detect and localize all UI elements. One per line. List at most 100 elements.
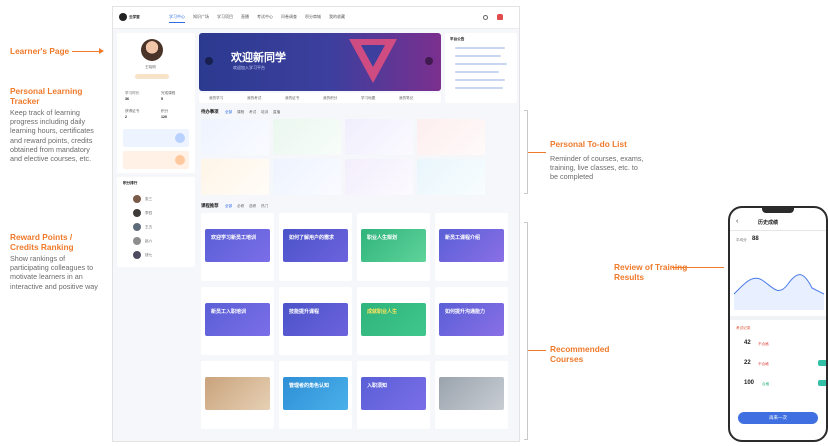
ranking-title: 积分排行 — [123, 181, 138, 185]
course-card[interactable]: 如何提升沟通能力 — [435, 287, 508, 355]
todo-card[interactable] — [417, 159, 485, 195]
todo-card[interactable] — [273, 119, 341, 155]
result-tag: 不合格 — [758, 362, 769, 366]
connector-line — [528, 350, 546, 351]
quick-link[interactable]: 我的考试 — [247, 96, 261, 101]
course-card[interactable]: 新员工课程介绍 — [435, 213, 508, 281]
course-card[interactable]: 成就职业人生 — [357, 287, 430, 355]
result-score: 100 — [744, 380, 755, 386]
annotation-ranking-title: Reward Points / Credits Ranking — [10, 232, 74, 252]
course-thumbnail: 管理者的角色认知 — [283, 377, 348, 410]
phone-notch — [762, 208, 794, 213]
announcement-item[interactable] — [455, 87, 503, 89]
todo-card[interactable] — [273, 159, 341, 195]
todo-tab[interactable]: 课程 — [237, 110, 244, 115]
phone-score-label: 平均分 — [736, 238, 747, 242]
course-thumbnail: 职业人生规划 — [361, 229, 426, 262]
announcement-item[interactable] — [455, 79, 505, 81]
banner-prev-button[interactable] — [205, 57, 213, 65]
quick-link[interactable]: 我的笔记 — [399, 96, 413, 101]
rec-tab[interactable]: 全部 — [225, 204, 232, 209]
phone-list-title: 考试记录 — [736, 326, 751, 330]
quick-link[interactable]: 学习地图 — [361, 96, 375, 101]
annotation-ranking-text: Show rankings of participating colleague… — [10, 254, 98, 291]
retry-button[interactable]: 再来一次 — [738, 412, 818, 424]
banner-subtitle: 欢迎加入学习平台 — [233, 65, 265, 70]
tracker-label: 完成课程 — [161, 91, 176, 95]
credit-icon — [175, 133, 185, 143]
course-thumbnail: 入职须知 — [361, 377, 426, 410]
nav-item-projects[interactable]: 学习项目 — [217, 14, 233, 20]
todo-card[interactable] — [345, 119, 413, 155]
nav-item-exams[interactable]: 考试中心 — [257, 14, 273, 20]
course-card[interactable] — [435, 361, 508, 429]
rank-avatar — [133, 251, 141, 259]
course-thumb-text: 管理者的角色认知 — [289, 383, 330, 389]
nav-item-live[interactable]: 直播 — [241, 14, 249, 20]
top-navigation-bar: 云学堂 学习中心 知识广场 学习项目 直播 考试中心 问卷调查 积分商城 我的收… — [113, 7, 519, 29]
annotation-tracker-title: Personal Learning Tracker — [10, 86, 83, 106]
course-card[interactable]: 新员工入职培训 — [201, 287, 274, 355]
todo-card[interactable] — [417, 119, 485, 155]
annotation-review-title: Review of Training Results — [614, 262, 688, 282]
todo-card[interactable] — [201, 159, 269, 195]
result-badge — [818, 360, 826, 366]
rank-avatar — [133, 223, 141, 231]
learner-page-screenshot: 云学堂 学习中心 知识广场 学习项目 直播 考试中心 问卷调查 积分商城 我的收… — [112, 6, 520, 442]
rec-tab[interactable]: 热门 — [261, 204, 268, 209]
connector-line — [528, 152, 546, 153]
quick-link[interactable]: 我的证书 — [285, 96, 299, 101]
course-thumbnail: 如何了解用户的需求 — [283, 229, 348, 262]
rec-tab[interactable]: 选修 — [249, 204, 256, 209]
todo-tab[interactable]: 培训 — [261, 110, 268, 115]
nav-item-knowledge[interactable]: 知识广场 — [193, 14, 209, 20]
rank-name: 钱七 — [145, 253, 153, 257]
todo-tab[interactable]: 考试 — [249, 110, 256, 115]
announcement-card: 平台公告 — [445, 33, 517, 103]
result-score: 42 — [744, 340, 751, 346]
todo-title: 待办事项 — [201, 109, 219, 114]
nav-item-learning-center[interactable]: 学习中心 — [169, 14, 185, 23]
course-card[interactable]: 如何了解用户的需求 — [279, 213, 352, 281]
nav-item-mall[interactable]: 积分商城 — [305, 14, 321, 20]
course-card[interactable]: 管理者的角色认知 — [279, 361, 352, 429]
course-card[interactable]: 职业人生规划 — [357, 213, 430, 281]
welcome-banner[interactable]: 欢迎新同学 欢迎加入学习平台 — [199, 33, 441, 91]
rank-name: 李四 — [145, 211, 153, 215]
quick-link[interactable]: 我的学习 — [209, 96, 223, 101]
rec-tab[interactable]: 必修 — [237, 204, 244, 209]
announcement-item[interactable] — [455, 47, 505, 49]
course-card[interactable] — [201, 361, 274, 429]
course-thumbnail — [205, 377, 270, 410]
banner-next-button[interactable] — [425, 57, 433, 65]
announcement-item[interactable] — [455, 55, 501, 57]
course-card[interactable]: 欢迎学习新员工培训 — [201, 213, 274, 281]
logo-text: 云学堂 — [129, 15, 140, 19]
score-trend-chart — [734, 274, 824, 310]
announcement-item[interactable] — [455, 71, 499, 73]
todo-tab[interactable]: 直播 — [273, 110, 280, 115]
todo-tab[interactable]: 全部 — [225, 110, 232, 115]
nav-item-favorites[interactable]: 我的收藏 — [329, 14, 345, 20]
tracker-label: 积分 — [161, 109, 169, 113]
todo-card[interactable] — [201, 119, 269, 155]
annotation-tracker-text: Keep track of learning progress includin… — [10, 108, 94, 164]
nav-item-survey[interactable]: 问卷调查 — [281, 14, 297, 20]
course-thumb-text: 如何提升沟通能力 — [445, 309, 486, 315]
todo-card[interactable] — [345, 159, 413, 195]
course-thumb-text: 如何了解用户的需求 — [289, 235, 335, 241]
course-thumb-text: 技能提升课程 — [289, 309, 320, 315]
notification-icon[interactable] — [497, 14, 503, 20]
logo-icon — [119, 13, 127, 21]
profile-name: 王晓明 — [145, 65, 156, 69]
course-card[interactable]: 入职须知 — [357, 361, 430, 429]
tracker-value: 120 — [161, 115, 167, 119]
quick-link[interactable]: 我的积分 — [323, 96, 337, 101]
connector-arrow-icon — [99, 48, 104, 54]
avatar[interactable] — [141, 39, 163, 61]
search-icon[interactable] — [483, 15, 488, 20]
back-icon[interactable]: ‹ — [736, 218, 738, 225]
course-card[interactable]: 技能提升课程 — [279, 287, 352, 355]
course-thumbnail: 技能提升课程 — [283, 303, 348, 336]
announcement-item[interactable] — [455, 63, 507, 65]
